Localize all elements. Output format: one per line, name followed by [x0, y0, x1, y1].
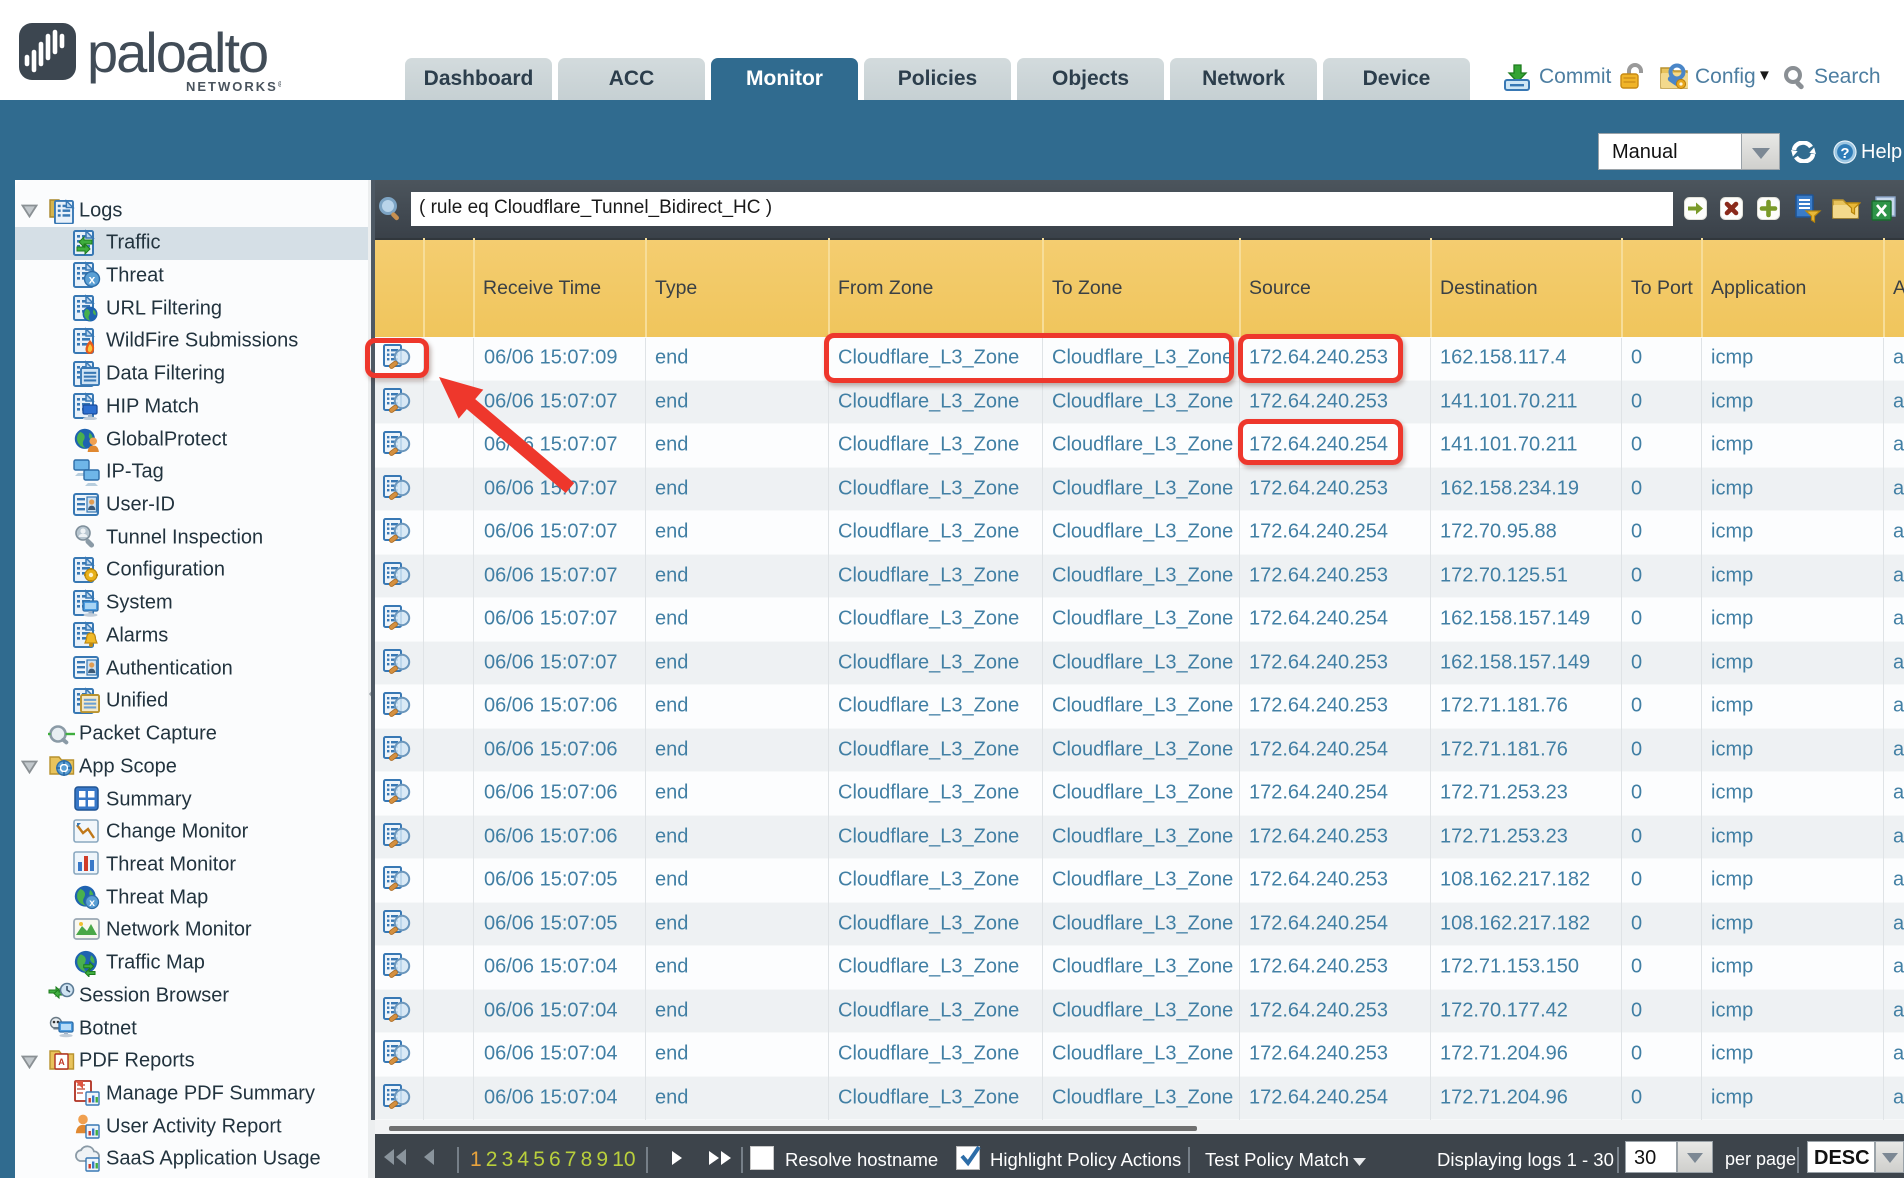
svg-text:?: ? — [1840, 145, 1849, 162]
svg-text:paloalto: paloalto — [87, 23, 267, 84]
svg-text:NETWORKS®: NETWORKS® — [186, 79, 281, 94]
